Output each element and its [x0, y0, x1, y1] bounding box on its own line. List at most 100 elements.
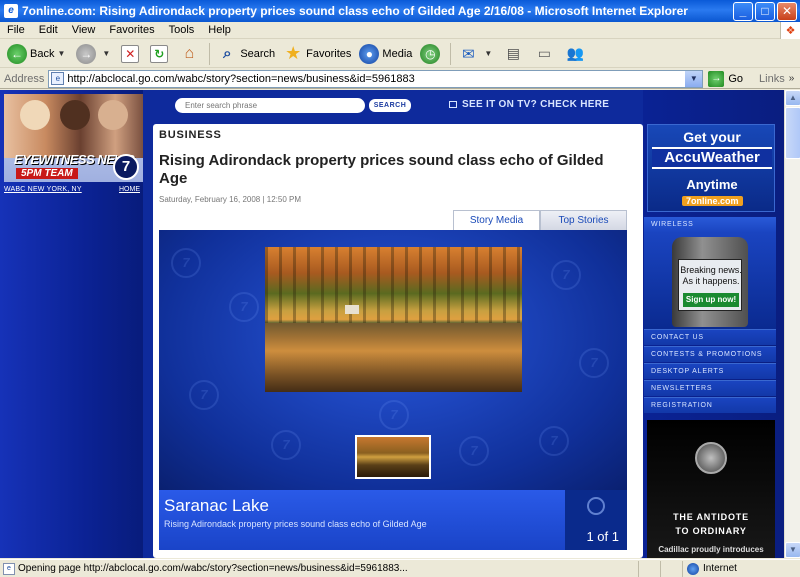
- abc-watermark-icon: 7: [539, 426, 569, 456]
- left-column: EYEWITNESS NEWS 5PM TEAM 7 WABC NEW YORK…: [0, 90, 143, 558]
- eyewitness-news-promo[interactable]: EYEWITNESS NEWS 5PM TEAM 7: [4, 94, 143, 182]
- mail-button[interactable]: ✉ ▼: [454, 42, 499, 66]
- home-link[interactable]: HOME: [119, 186, 140, 193]
- page-icon: e: [51, 72, 65, 85]
- go-button[interactable]: → Go: [708, 70, 743, 87]
- anchor-portrait: [20, 100, 50, 130]
- anchor-portrait: [60, 100, 90, 130]
- edit-button[interactable]: ▭: [530, 42, 561, 66]
- aw-line1: Get your: [683, 129, 741, 145]
- phone-icon: Breaking news. As it happens. Sign up no…: [672, 237, 748, 327]
- wireless-heading[interactable]: WIRELESS: [644, 217, 776, 233]
- close-button[interactable]: ✕: [777, 1, 797, 21]
- ie-icon: e: [4, 4, 18, 18]
- page-viewport: EYEWITNESS NEWS 5PM TEAM 7 WABC NEW YORK…: [0, 90, 784, 558]
- vertical-scrollbar[interactable]: ▲ ▼: [784, 90, 800, 558]
- address-field[interactable]: e http://abclocal.go.com/wabc/story?sect…: [48, 69, 704, 88]
- scroll-down-icon[interactable]: ▼: [785, 542, 800, 558]
- favorites-button[interactable]: ★ Favorites: [279, 42, 355, 66]
- wireless-ad[interactable]: Breaking news. As it happens. Sign up no…: [644, 233, 776, 329]
- media-label: Media: [382, 47, 413, 60]
- photo-counter: 1 of 1: [565, 490, 627, 550]
- history-button[interactable]: ◷: [416, 42, 447, 66]
- print-button[interactable]: ▤: [499, 42, 530, 66]
- back-dropdown-icon[interactable]: ▼: [57, 49, 65, 58]
- menu-edit[interactable]: Edit: [32, 24, 65, 36]
- photo-caption-bar: Saranac Lake Rising Adirondack property …: [159, 490, 627, 550]
- cadillac-line1: THE ANTIDOTE: [673, 512, 749, 522]
- chevron-right-icon[interactable]: »: [789, 73, 795, 84]
- address-dropdown-icon[interactable]: ▼: [685, 70, 703, 87]
- refresh-button[interactable]: ↻: [146, 42, 175, 66]
- site-search-input[interactable]: [175, 98, 365, 113]
- back-button[interactable]: ← Back ▼: [3, 42, 72, 66]
- messenger-button[interactable]: 👥: [561, 42, 592, 66]
- sidebar-link-desktop-alerts[interactable]: DESKTOP ALERTS: [644, 363, 776, 379]
- printer-icon: ▤: [506, 45, 520, 61]
- menu-favorites[interactable]: Favorites: [102, 24, 161, 36]
- promo-subtitle: 5PM TEAM: [16, 168, 78, 179]
- menu-view[interactable]: View: [65, 24, 103, 36]
- maximize-button[interactable]: □: [755, 1, 775, 21]
- toolbar-separator: [209, 42, 211, 65]
- address-bar: Address e http://abclocal.go.com/wabc/st…: [0, 69, 800, 89]
- photo-trees: [265, 247, 522, 323]
- scroll-up-icon[interactable]: ▲: [785, 90, 800, 106]
- sidebar-link-registration[interactable]: REGISTRATION: [644, 397, 776, 413]
- main-photo[interactable]: [265, 247, 522, 392]
- photo-thumbnail[interactable]: [355, 435, 431, 479]
- media-button[interactable]: ● Media: [355, 42, 416, 66]
- status-cell: [660, 560, 682, 577]
- abc-watermark-icon: 7: [579, 348, 609, 378]
- sign-up-button[interactable]: Sign up now!: [683, 293, 739, 307]
- forward-button[interactable]: → ▼: [72, 42, 117, 66]
- abc-watermark-icon: 7: [271, 430, 301, 460]
- window-title-bar[interactable]: e 7online.com: Rising Adirondack propert…: [0, 0, 800, 22]
- site-search-button[interactable]: SEARCH: [369, 99, 411, 112]
- menu-tools[interactable]: Tools: [162, 24, 202, 36]
- station-link[interactable]: WABC NEW YORK, NY: [4, 186, 82, 193]
- messenger-icon: 👥: [566, 45, 585, 61]
- zone-label: Internet: [703, 563, 737, 574]
- sidebar-link-contests[interactable]: CONTESTS & PROMOTIONS: [644, 346, 776, 362]
- favorites-label: Favorites: [306, 47, 352, 60]
- article-headline: Rising Adirondack property prices sound …: [159, 152, 604, 187]
- forward-dropdown-icon[interactable]: ▼: [102, 49, 110, 58]
- photo-cabin: [345, 305, 359, 314]
- article-panel: BUSINESS Rising Adirondack property pric…: [153, 124, 643, 558]
- article-dateline: Saturday, February 16, 2008 | 12:50 PM: [159, 195, 302, 204]
- see-it-on-tv-link[interactable]: SEE IT ON TV? CHECK HERE: [449, 99, 609, 110]
- security-zone: Internet: [682, 560, 792, 577]
- internet-globe-icon: [687, 562, 699, 575]
- accuweather-ad[interactable]: Get your AccuWeather Anytime 7online.com: [647, 124, 775, 212]
- tab-story-media[interactable]: Story Media: [453, 210, 540, 230]
- window-title: 7online.com: Rising Adirondack property …: [22, 4, 688, 18]
- scroll-thumb[interactable]: [785, 107, 800, 159]
- search-label: Search: [240, 47, 276, 60]
- status-cell: [638, 560, 660, 577]
- menu-help[interactable]: Help: [201, 24, 238, 36]
- cadillac-ad[interactable]: THE ANTIDOTE TO ORDINARY Cadillac proudl…: [647, 420, 775, 558]
- status-bar: e Opening page http://abclocal.go.com/wa…: [0, 559, 800, 577]
- minimize-button[interactable]: _: [733, 1, 753, 21]
- cadillac-line2: TO ORDINARY: [675, 526, 747, 536]
- mail-dropdown-icon[interactable]: ▼: [484, 49, 492, 58]
- caption-title: Saranac Lake: [164, 496, 269, 515]
- sidebar-link-contact[interactable]: CONTACT US: [644, 329, 776, 345]
- history-icon: ◷: [420, 43, 441, 64]
- anchor-portrait: [98, 100, 128, 130]
- stop-button[interactable]: ✕: [117, 42, 146, 66]
- loading-ring-icon: [587, 497, 605, 515]
- go-arrow-icon: →: [708, 70, 725, 87]
- tv-link-label: SEE IT ON TV? CHECK HERE: [462, 99, 610, 110]
- menu-file[interactable]: File: [0, 24, 32, 36]
- sidebar-link-newsletters[interactable]: NEWSLETTERS: [644, 380, 776, 396]
- stop-icon: ✕: [121, 44, 140, 63]
- address-url[interactable]: http://abclocal.go.com/wabc/story?sectio…: [67, 73, 685, 85]
- home-button[interactable]: ⌂: [175, 42, 206, 66]
- news-anchors-photo: [4, 94, 143, 158]
- aw-line3: Anytime: [686, 177, 738, 192]
- tab-top-stories[interactable]: Top Stories: [540, 210, 627, 230]
- links-label[interactable]: Links: [759, 73, 785, 85]
- search-button[interactable]: ⌕ Search: [213, 42, 279, 66]
